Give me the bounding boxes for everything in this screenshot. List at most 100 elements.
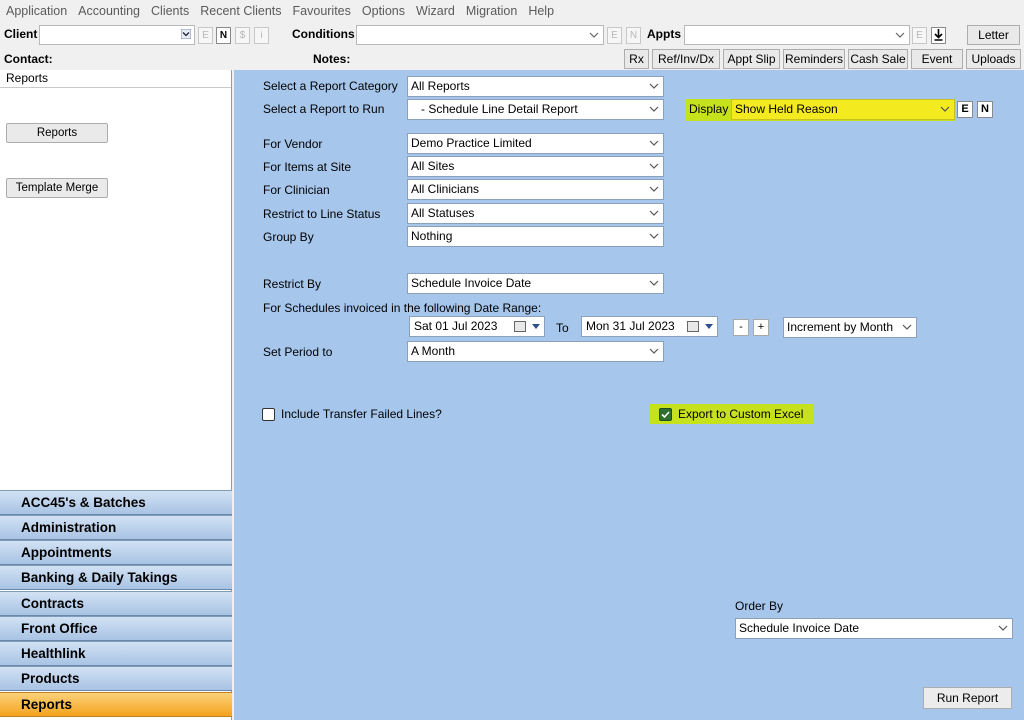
event-button[interactable]: Event <box>911 49 963 69</box>
client-account-button[interactable]: $ <box>235 27 250 44</box>
uploads-button[interactable]: Uploads <box>966 49 1021 69</box>
menu-clients[interactable]: Clients <box>151 4 189 18</box>
chevron-down-icon <box>895 32 905 38</box>
report-select[interactable]: - Schedule Line Detail Report <box>407 99 664 120</box>
display-new-button[interactable]: N <box>977 101 993 118</box>
menu-options[interactable]: Options <box>362 4 405 18</box>
to-label: To <box>556 321 569 335</box>
chevron-down-icon <box>649 106 659 112</box>
order-by-select[interactable]: Schedule Invoice Date <box>735 618 1013 639</box>
chevron-down-icon <box>649 210 659 216</box>
chevron-down-icon <box>902 324 912 330</box>
menu-wizard[interactable]: Wizard <box>416 4 455 18</box>
category-value: All Reports <box>411 79 470 93</box>
nav-administration[interactable]: Administration <box>0 515 232 540</box>
chevron-down-icon <box>181 29 191 39</box>
client-select[interactable] <box>39 25 195 45</box>
nav-products[interactable]: Products <box>0 666 232 691</box>
increment-value: Increment by Month <box>787 320 894 334</box>
menu-recent-clients[interactable]: Recent Clients <box>200 4 281 18</box>
reminders-button[interactable]: Reminders <box>783 49 845 69</box>
category-label: Select a Report Category <box>263 79 398 93</box>
conditions-edit-button[interactable]: E <box>607 27 622 44</box>
conditions-select[interactable] <box>356 25 604 45</box>
chevron-down-icon <box>532 324 540 329</box>
date-from-value: Sat 01 Jul 2023 <box>414 319 498 333</box>
chevron-down-icon <box>705 324 713 329</box>
contact-toolbar: Contact: Notes: Rx Ref/Inv/Dx Appt Slip … <box>0 48 1024 70</box>
nav-healthlink[interactable]: Healthlink <box>0 641 232 666</box>
restrict-by-label: Restrict By <box>263 277 322 291</box>
chevron-down-icon <box>649 348 659 354</box>
appt-slip-button[interactable]: Appt Slip <box>723 49 780 69</box>
period-select[interactable]: A Month <box>407 341 664 362</box>
date-to-picker[interactable]: Mon 31 Jul 2023 <box>581 316 718 337</box>
report-value: - Schedule Line Detail Report <box>421 102 578 116</box>
nav-reports[interactable]: Reports <box>0 692 232 717</box>
period-label: Set Period to <box>263 345 333 359</box>
order-by-value: Schedule Invoice Date <box>739 621 860 635</box>
increment-select[interactable]: Increment by Month <box>783 317 917 338</box>
nav-acc45-batches[interactable]: ACC45's & Batches <box>0 490 232 515</box>
category-select[interactable]: All Reports <box>407 76 664 97</box>
clinician-label: For Clinician <box>263 183 330 197</box>
display-edit-button[interactable]: E <box>957 101 973 118</box>
chevron-down-icon <box>940 106 950 112</box>
date-from-picker[interactable]: Sat 01 Jul 2023 <box>409 316 545 337</box>
vendor-select[interactable]: Demo Practice Limited <box>407 133 664 154</box>
letter-button[interactable]: Letter <box>967 25 1020 45</box>
chevron-down-icon <box>649 83 659 89</box>
menu-migration[interactable]: Migration <box>466 4 517 18</box>
date-to-value: Mon 31 Jul 2023 <box>586 319 675 333</box>
left-panel: Reports Reports Template Merge ACC45's &… <box>0 70 232 720</box>
client-new-button[interactable]: N <box>216 27 231 44</box>
export-excel-checkbox[interactable] <box>659 408 672 421</box>
template-merge-button[interactable]: Template Merge <box>6 178 108 198</box>
menu-accounting[interactable]: Accounting <box>78 4 140 18</box>
nav-banking-daily-takings[interactable]: Banking & Daily Takings <box>0 565 232 590</box>
checkmark-icon <box>661 411 670 419</box>
appts-select[interactable] <box>684 25 910 45</box>
increment-period-button[interactable]: + <box>753 319 769 336</box>
transfer-failed-checkbox[interactable] <box>262 408 275 421</box>
site-select[interactable]: All Sites <box>407 156 664 177</box>
reports-button[interactable]: Reports <box>6 123 108 143</box>
vendor-label: For Vendor <box>263 137 323 151</box>
nav-appointments[interactable]: Appointments <box>0 540 232 565</box>
run-report-button[interactable]: Run Report <box>923 687 1012 709</box>
chevron-down-icon <box>649 186 659 192</box>
export-excel-label: Export to Custom Excel <box>678 407 804 421</box>
client-edit-button[interactable]: E <box>198 27 213 44</box>
appts-label: Appts <box>647 27 681 41</box>
contact-label: Contact: <box>4 52 53 66</box>
period-value: A Month <box>411 344 456 358</box>
chevron-down-icon <box>649 163 659 169</box>
nav-contracts[interactable]: Contracts <box>0 591 232 616</box>
date-range-label: For Schedules invoiced in the following … <box>263 301 542 315</box>
ref-inv-dx-button[interactable]: Ref/Inv/Dx <box>652 49 720 69</box>
menu-favourites[interactable]: Favourites <box>293 4 351 18</box>
line-status-select[interactable]: All Statuses <box>407 203 664 224</box>
nav-front-office[interactable]: Front Office <box>0 616 232 641</box>
calendar-icon <box>514 321 526 332</box>
chevron-down-icon <box>589 32 599 38</box>
chevron-down-icon <box>998 625 1008 631</box>
menu-help[interactable]: Help <box>528 4 554 18</box>
conditions-new-button[interactable]: N <box>626 27 641 44</box>
calendar-icon <box>687 321 699 332</box>
restrict-by-select[interactable]: Schedule Invoice Date <box>407 273 664 294</box>
cash-sale-button[interactable]: Cash Sale <box>848 49 908 69</box>
restrict-by-value: Schedule Invoice Date <box>411 276 532 290</box>
display-label: Display <box>689 102 729 116</box>
client-info-button[interactable]: i <box>254 27 269 44</box>
menu-application[interactable]: Application <box>6 4 67 18</box>
display-select[interactable]: Show Held Reason <box>731 99 955 120</box>
left-panel-header: Reports <box>0 70 231 88</box>
download-button[interactable] <box>931 27 946 44</box>
appts-edit-button[interactable]: E <box>912 27 927 44</box>
decrement-period-button[interactable]: - <box>733 319 749 336</box>
conditions-label: Conditions <box>292 27 355 41</box>
clinician-select[interactable]: All Clinicians <box>407 179 664 200</box>
rx-button[interactable]: Rx <box>624 49 649 69</box>
group-by-select[interactable]: Nothing <box>407 226 664 247</box>
